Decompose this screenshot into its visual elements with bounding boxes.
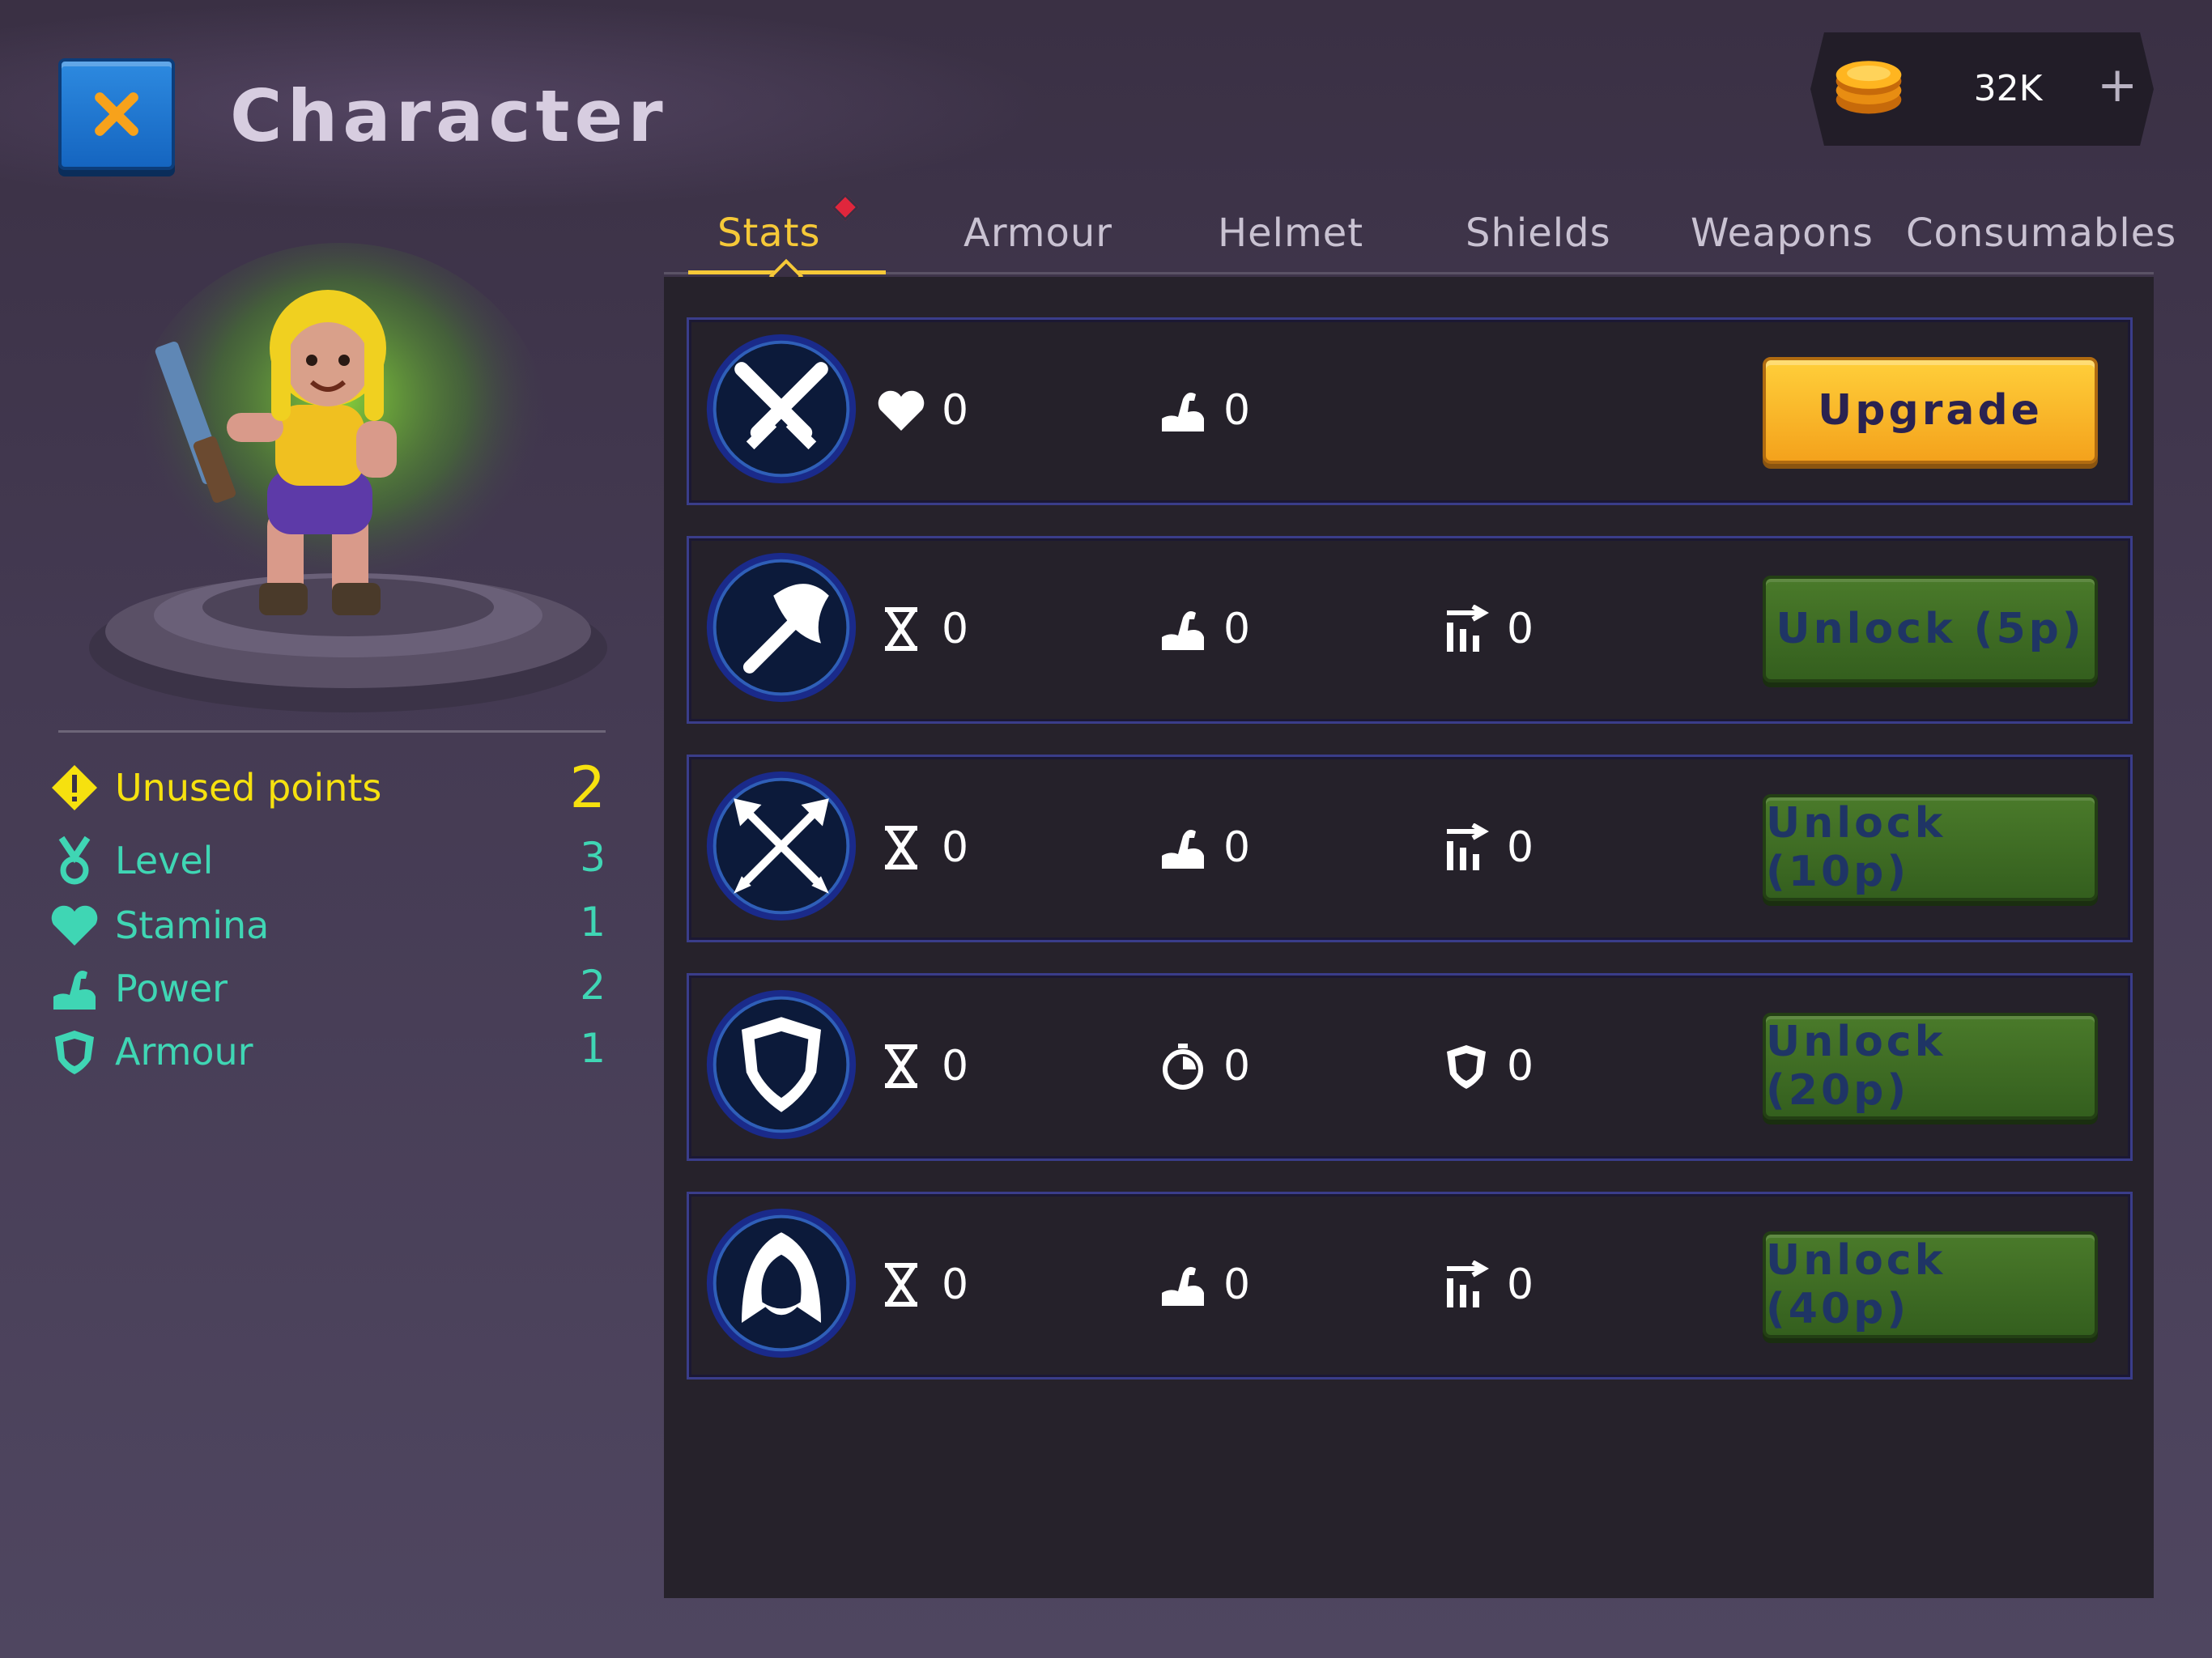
level-label: Level — [115, 839, 214, 882]
unlock-button[interactable]: Unlock (5p) — [1763, 576, 2098, 682]
unlock-button[interactable]: Unlock (20p) — [1763, 1013, 2098, 1120]
stat-value: 0 — [1507, 1042, 1534, 1090]
stat-value: 0 — [942, 386, 969, 435]
unlock-button[interactable]: Unlock (40p) — [1763, 1231, 2098, 1338]
stat-value: 0 — [1223, 823, 1251, 872]
stamina-value: 1 — [580, 899, 606, 946]
stat-value: 0 — [1223, 1042, 1251, 1090]
stamina-label: Stamina — [115, 903, 270, 947]
stat-value: 0 — [942, 605, 969, 653]
row-stat: 0 — [875, 385, 968, 436]
tab-armour[interactable]: Armour — [963, 210, 1112, 256]
armour-label: Armour — [115, 1030, 253, 1073]
muscle-icon — [1157, 1259, 1209, 1311]
tab-helmet[interactable]: Helmet — [1218, 210, 1363, 256]
damage-bars-icon — [1440, 1259, 1492, 1311]
unused-points-label: Unused points — [115, 766, 382, 810]
stat-value: 0 — [942, 1042, 969, 1090]
tab-stats[interactable]: Stats — [717, 210, 821, 256]
level-row: Level — [49, 832, 213, 889]
row-stat: 0 — [1157, 385, 1250, 436]
axe-icon — [706, 552, 857, 703]
page-title: Character — [230, 74, 668, 158]
add-coins-button[interactable]: + — [2097, 57, 2138, 113]
hourglass-icon — [875, 1040, 927, 1092]
skill-row-swords: 0 0 Upgrade — [687, 317, 2133, 505]
character-avatar — [89, 243, 607, 712]
damage-bars-icon — [1440, 822, 1492, 874]
tab-shields[interactable]: Shields — [1465, 210, 1611, 256]
small-shield-icon — [1440, 1040, 1492, 1092]
shield-icon — [706, 989, 857, 1140]
stat-value: 0 — [1507, 605, 1534, 653]
row-stat: 0 — [1157, 603, 1250, 655]
row-stat: 0 — [1440, 603, 1534, 655]
hourglass-icon — [875, 822, 927, 874]
stats-divider — [58, 730, 606, 733]
row-stat: 0 — [1440, 822, 1534, 874]
shield-icon — [49, 1026, 100, 1078]
row-stat: 0 — [875, 822, 968, 874]
unlock-button[interactable]: Unlock (10p) — [1763, 794, 2098, 901]
armour-row: Armour — [49, 1023, 253, 1080]
row-stat: 0 — [875, 603, 968, 655]
row-stat: 0 — [875, 1040, 968, 1092]
stat-value: 0 — [942, 1261, 969, 1309]
skill-row-hood: 0 0 0 Unlock (40p) — [687, 1192, 2133, 1380]
warning-icon — [49, 762, 100, 814]
close-button[interactable] — [58, 58, 175, 170]
stat-value: 0 — [942, 823, 969, 872]
muscle-icon — [1157, 603, 1209, 655]
stat-value: 0 — [1507, 1261, 1534, 1309]
hourglass-icon — [875, 603, 927, 655]
crossed-swords-icon — [706, 334, 857, 484]
stopwatch-icon — [1157, 1040, 1209, 1092]
hood-icon — [706, 1208, 857, 1358]
level-value: 3 — [580, 834, 606, 881]
armour-value: 1 — [580, 1025, 606, 1072]
tab-weapons[interactable]: Weapons — [1691, 210, 1874, 256]
tab-bar-divider — [664, 272, 2154, 274]
row-stat: 0 — [1440, 1259, 1534, 1311]
row-stat: 0 — [1440, 1040, 1534, 1092]
stat-value: 0 — [1223, 386, 1251, 435]
unused-points-row: Unused points — [49, 759, 381, 816]
close-icon — [95, 92, 138, 136]
upgrade-button[interactable]: Upgrade — [1763, 357, 2098, 464]
muscle-icon — [1157, 385, 1209, 436]
stamina-row: Stamina — [49, 897, 269, 954]
heart-icon — [875, 385, 927, 436]
stat-value: 0 — [1223, 1261, 1251, 1309]
power-row: Power — [49, 960, 228, 1017]
hourglass-icon — [875, 1259, 927, 1311]
muscle-icon — [49, 963, 100, 1014]
stat-value: 0 — [1223, 605, 1251, 653]
skill-row-shield: 0 0 0 Unlock (20p) — [687, 973, 2133, 1161]
coin-balance: 32K — [1973, 68, 2043, 109]
crossed-arrows-icon — [706, 771, 857, 921]
tab-bar: Stats Armour Helmet Shields Weapons Cons… — [680, 202, 2176, 275]
row-stat: 0 — [1157, 1259, 1250, 1311]
damage-bars-icon — [1440, 603, 1492, 655]
coin-stack-icon — [1836, 61, 1902, 114]
tab-consumables[interactable]: Consumables — [1906, 210, 2176, 256]
power-value: 2 — [580, 962, 606, 1009]
row-stat: 0 — [875, 1259, 968, 1311]
skill-row-axe: 0 0 0 Unlock (5p) — [687, 536, 2133, 724]
row-stat: 0 — [1157, 1040, 1250, 1092]
medal-icon — [49, 835, 100, 886]
row-stat: 0 — [1157, 822, 1250, 874]
skill-row-arrows: 0 0 0 Unlock (10p) — [687, 755, 2133, 942]
unused-points-value: 2 — [569, 755, 606, 821]
heart-icon — [49, 899, 100, 951]
muscle-icon — [1157, 822, 1209, 874]
power-label: Power — [115, 967, 228, 1010]
stat-value: 0 — [1507, 823, 1534, 872]
